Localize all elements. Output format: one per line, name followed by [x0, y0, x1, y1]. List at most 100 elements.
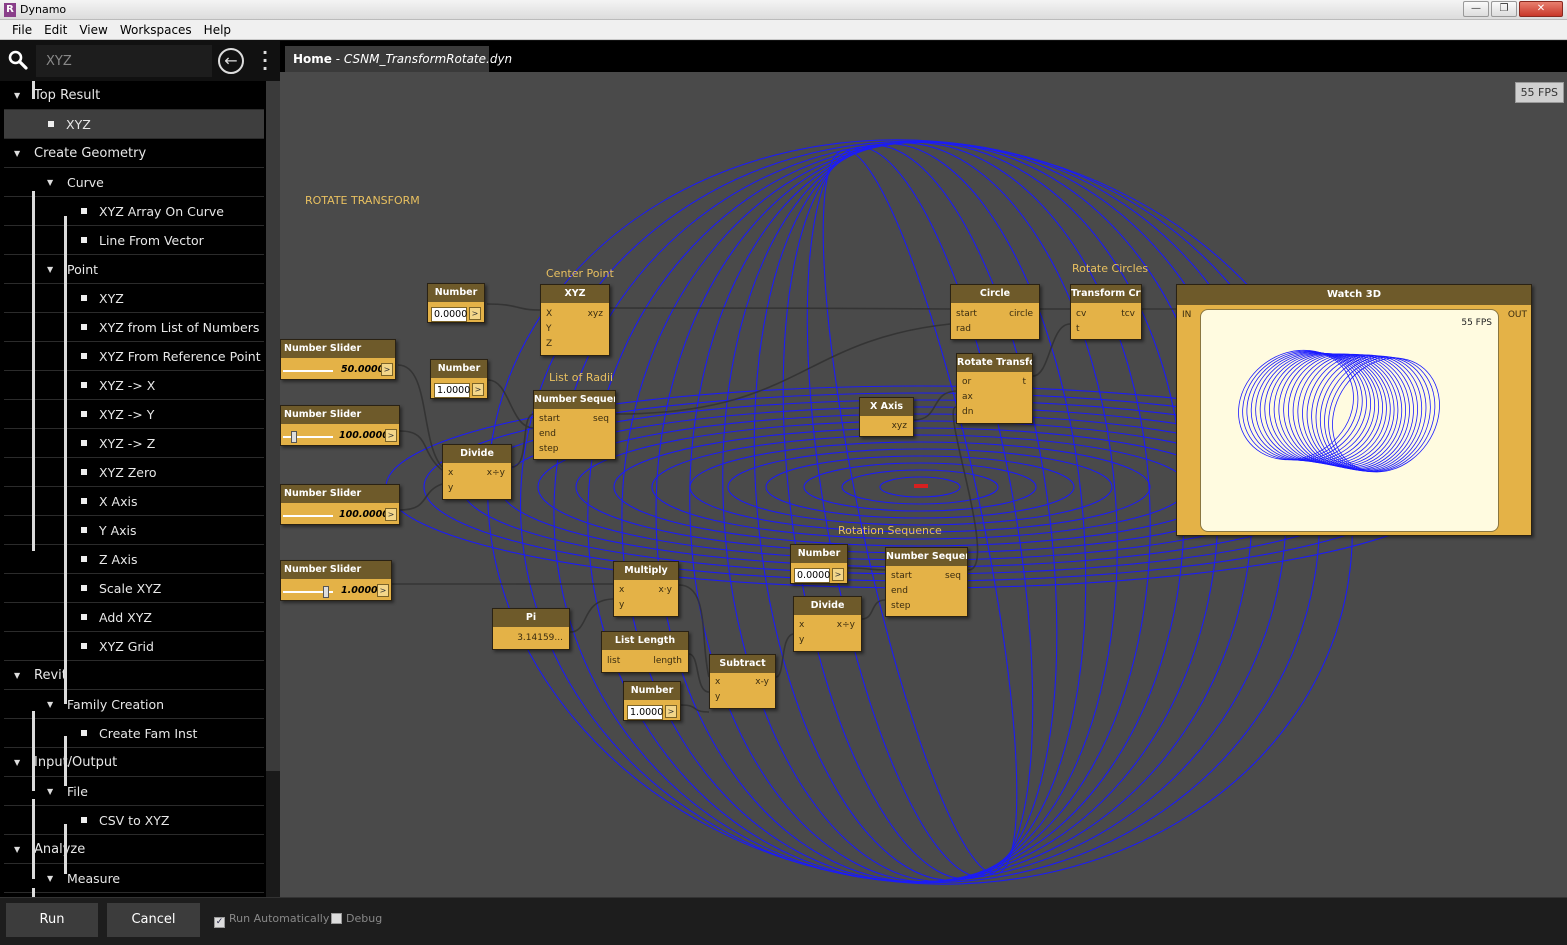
watch-3d-viewport[interactable]: 55 FPS	[1200, 309, 1499, 532]
library-item-row[interactable]: Create Fam Inst	[4, 719, 264, 748]
node-watch-3d[interactable]: Watch 3D IN OUT 55 FPS	[1176, 284, 1532, 536]
library-search-input[interactable]	[36, 45, 212, 77]
menu-view[interactable]: View	[73, 20, 113, 39]
expand-triangle-icon[interactable]: ▼	[14, 81, 24, 110]
node-number[interactable]: Number 1.0000 >	[623, 681, 681, 721]
library-item-row[interactable]: XYZ -> X	[4, 371, 264, 400]
library-item-row[interactable]: Y Axis	[4, 516, 264, 545]
expand-triangle-icon[interactable]: ▼	[47, 690, 57, 719]
minimize-button[interactable]: —	[1463, 1, 1489, 17]
port-x[interactable]: X	[546, 309, 552, 319]
library-group-row[interactable]: ▼ File	[4, 777, 264, 806]
back-arrow-icon[interactable]: ←	[218, 48, 244, 74]
number-arrow[interactable]: >	[469, 307, 481, 320]
port-circle-out[interactable]: circle	[1009, 309, 1033, 319]
port-xyz-out[interactable]: xyz	[588, 309, 603, 319]
expand-triangle-icon[interactable]: ▼	[47, 255, 57, 284]
port-step[interactable]: step	[891, 601, 910, 611]
expand-triangle-icon[interactable]: ▼	[47, 864, 57, 893]
expand-triangle-icon[interactable]: ▼	[14, 748, 24, 777]
port-ax[interactable]: ax	[962, 392, 973, 402]
port-result-out[interactable]: x-y	[755, 677, 769, 687]
library-item-row[interactable]: XYZ Zero	[4, 458, 264, 487]
note-rotation-sequence[interactable]: Rotation Sequence	[838, 524, 942, 537]
number-arrow[interactable]: >	[665, 705, 677, 718]
port-t[interactable]: t	[1076, 324, 1080, 334]
library-group-row[interactable]: ▼ Curve	[4, 168, 264, 197]
node-x-axis[interactable]: X Axis xyz	[859, 397, 914, 437]
slider-thumb[interactable]	[291, 431, 297, 443]
library-item-row[interactable]: XYZ -> Y	[4, 400, 264, 429]
library-scrollbar-thumb[interactable]	[266, 81, 280, 771]
port-start[interactable]: start	[539, 414, 560, 424]
port-tcv-out[interactable]: tcv	[1121, 309, 1135, 319]
node-transform-crv[interactable]: Transform Crv cv t tcv	[1070, 284, 1142, 340]
menu-file[interactable]: File	[6, 20, 38, 39]
close-button[interactable]: ✕	[1519, 1, 1563, 17]
number-input[interactable]: 1.0000	[627, 705, 663, 720]
port-in[interactable]: IN	[1182, 310, 1191, 320]
port-list[interactable]: list	[607, 656, 620, 666]
node-number[interactable]: Number 1.0000 >	[430, 359, 488, 399]
tab-home-workspace[interactable]: Home - CSNM_TransformRotate.dyn	[285, 46, 512, 72]
port-start[interactable]: start	[956, 309, 977, 319]
run-button[interactable]: Run	[6, 903, 98, 937]
menu-edit[interactable]: Edit	[38, 20, 73, 39]
library-item-row[interactable]: XYZ from List of Numbers	[4, 313, 264, 342]
search-icon[interactable]	[8, 50, 28, 70]
library-item-row[interactable]: XYZ Array On Curve	[4, 197, 264, 226]
library-item-row[interactable]: Add XYZ	[4, 603, 264, 632]
port-x[interactable]: x	[715, 677, 720, 687]
library-item-row[interactable]: Z Axis	[4, 545, 264, 574]
port-result-out[interactable]: x÷y	[837, 620, 855, 630]
port-y[interactable]: y	[715, 692, 720, 702]
library-item-row[interactable]: XYZ Grid	[4, 632, 264, 661]
library-category-row[interactable]: ▼ Revit	[4, 661, 264, 690]
node-pi[interactable]: Pi 3.14159...	[492, 608, 570, 650]
library-item-row[interactable]: XYZ -> Z	[4, 429, 264, 458]
port-x[interactable]: x	[799, 620, 804, 630]
library-category-row[interactable]: ▼ Top Result	[4, 81, 264, 110]
number-arrow[interactable]: >	[832, 568, 844, 581]
port-result-out[interactable]: x·y	[658, 585, 672, 595]
slider-expand-arrow[interactable]: >	[385, 508, 397, 521]
menu-help[interactable]: Help	[198, 20, 237, 39]
run-automatically-checkbox[interactable]: ✓ Run Automatically	[214, 912, 329, 928]
library-category-row[interactable]: ▼ Input/Output	[4, 748, 264, 777]
library-item-row[interactable]: Line From Vector	[4, 226, 264, 255]
slider-track[interactable]	[283, 370, 333, 372]
slider-expand-arrow[interactable]: >	[381, 363, 393, 376]
node-list-length[interactable]: List Length list length	[601, 631, 689, 673]
node-rotate-transform[interactable]: Rotate Transform or ax dn t	[956, 353, 1033, 424]
port-or[interactable]: or	[962, 377, 971, 387]
port-t-out[interactable]: t	[1022, 377, 1026, 387]
library-item-row[interactable]: XYZ	[4, 110, 264, 139]
expand-triangle-icon[interactable]: ▼	[47, 168, 57, 197]
library-category-row[interactable]: ▼ Create Geometry	[4, 139, 264, 168]
node-number-slider[interactable]: Number Slider 50.0000 >	[280, 339, 396, 380]
number-input[interactable]: 0.0000	[431, 307, 467, 322]
library-item-row[interactable]: XYZ From Reference Point	[4, 342, 264, 371]
note-list-of-radii[interactable]: List of Radii	[549, 371, 613, 384]
slider-expand-arrow[interactable]: >	[385, 429, 397, 442]
library-scrollbar[interactable]	[266, 81, 280, 897]
restore-button[interactable]: ❐	[1491, 1, 1517, 17]
port-xyz-out[interactable]: xyz	[892, 421, 907, 431]
port-out[interactable]: OUT	[1508, 310, 1527, 320]
port-dn[interactable]: dn	[962, 407, 973, 417]
node-number-slider[interactable]: Number Slider 100.0000 >	[280, 484, 400, 525]
port-end[interactable]: end	[891, 586, 908, 596]
node-xyz[interactable]: XYZ X Y Z xyz	[540, 284, 610, 356]
number-arrow[interactable]: >	[472, 383, 484, 396]
slider-expand-arrow[interactable]: >	[377, 584, 389, 597]
port-seq-out[interactable]: seq	[945, 571, 961, 581]
node-divide[interactable]: Divide x y x÷y	[442, 444, 512, 500]
port-x[interactable]: x	[619, 585, 624, 595]
port-x[interactable]: x	[448, 468, 453, 478]
expand-triangle-icon[interactable]: ▼	[14, 139, 24, 168]
library-group-row[interactable]: ▼ Point	[4, 255, 264, 284]
node-subtract[interactable]: Subtract x y x-y	[709, 654, 776, 709]
note-center-point[interactable]: Center Point	[546, 267, 614, 280]
number-input[interactable]: 1.0000	[434, 383, 470, 398]
note-rotate-circles[interactable]: Rotate Circles	[1072, 262, 1148, 275]
